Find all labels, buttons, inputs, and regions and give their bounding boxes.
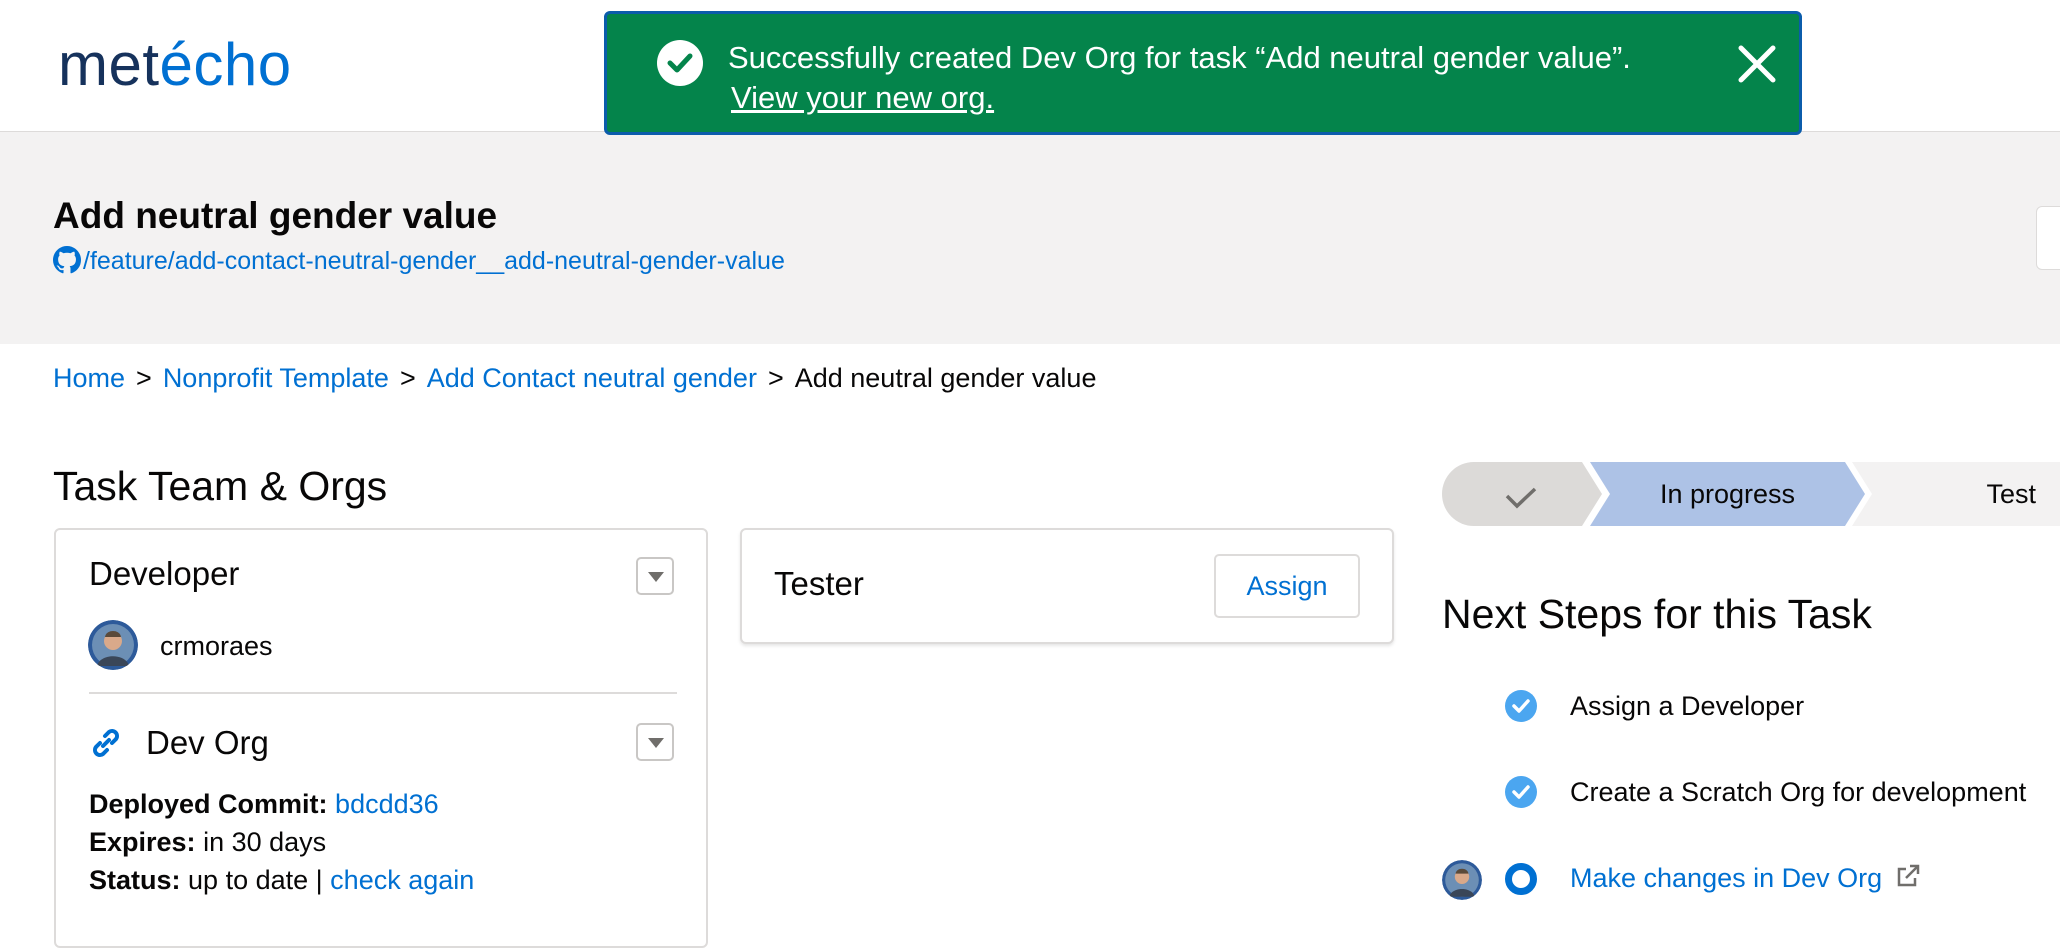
status-value: up to date |: [188, 865, 323, 895]
page-title: Add neutral gender value: [53, 195, 498, 236]
next-step-item: Assign a Developer: [1570, 691, 1805, 721]
path-step-next[interactable]: Test: [1852, 462, 2060, 526]
breadcrumb-home[interactable]: Home: [53, 363, 125, 393]
check-again-link[interactable]: check again: [330, 865, 474, 895]
expires-value: in 30 days: [203, 827, 327, 857]
success-toast: Successfully created Dev Org for task “A…: [604, 11, 1802, 135]
branch-name: /feature/add-contact-neutral-gender__add…: [83, 247, 785, 275]
breadcrumb: Home > Nonprofit Template > Add Contact neut…: [53, 360, 1096, 396]
active-step-icon: [1505, 863, 1537, 895]
next-step-item: Create a Scratch Org for development: [1570, 777, 2027, 807]
developer-username: crmoraes: [160, 631, 273, 661]
task-progress-path: In progress Test: [1442, 462, 2060, 526]
breadcrumb-epic[interactable]: Add Contact neutral gender: [427, 363, 757, 393]
path-step-current[interactable]: In progress: [1590, 462, 1865, 526]
make-changes-link[interactable]: Make changes in Dev Org: [1570, 860, 1922, 896]
developer-heading: Developer: [89, 555, 240, 592]
expires-label: Expires:: [89, 827, 196, 857]
avatar: [88, 620, 138, 670]
chevron-down-icon: [648, 738, 664, 748]
tester-card: Tester Assign: [740, 528, 1394, 644]
developer-card: Developer crmoraes Dev Org Deployed Comm…: [54, 528, 708, 948]
view-org-link[interactable]: View your new org.: [731, 78, 994, 118]
breadcrumb-separator: >: [136, 363, 152, 393]
completed-step-icon: [1505, 690, 1537, 722]
path-step-next-label: Test: [1986, 479, 2036, 509]
metecho-logo[interactable]: metécho: [58, 30, 292, 100]
expires-row: Expires: in 30 days: [89, 824, 326, 860]
checkmark-icon: [1505, 487, 1537, 509]
breadcrumb-separator: >: [399, 363, 416, 393]
tester-heading: Tester: [774, 565, 864, 602]
breadcrumb-current: Add neutral gender value: [794, 363, 1097, 393]
deployed-commit-row: Deployed Commit: bdcdd36: [89, 786, 439, 822]
toast-message: Successfully created Dev Org for task “A…: [728, 40, 1631, 75]
divider: [89, 692, 677, 694]
logo-text-blue: écho: [159, 31, 292, 98]
link-icon: [89, 726, 123, 765]
make-changes-label: Make changes in Dev Org: [1570, 863, 1883, 893]
logo-text-dark: met: [58, 31, 160, 98]
assign-tester-button[interactable]: Assign: [1214, 554, 1360, 618]
path-step-current-label: In progress: [1659, 479, 1796, 509]
close-icon[interactable]: [1735, 42, 1779, 86]
next-steps-title: Next Steps for this Task: [1442, 591, 1872, 637]
success-check-icon: [657, 40, 703, 86]
commit-link[interactable]: bdcdd36: [335, 789, 439, 819]
external-link-icon: [1897, 864, 1919, 887]
github-icon: [53, 246, 81, 274]
commit-label: Deployed Commit:: [89, 789, 328, 819]
breadcrumb-separator: >: [767, 363, 784, 393]
page-header: Add neutral gender value /feature/add-co…: [0, 132, 2060, 344]
dev-org-menu-button[interactable]: [636, 723, 674, 761]
status-row: Status: up to date | check again: [89, 862, 474, 898]
breadcrumb-project[interactable]: Nonprofit Template: [163, 363, 389, 393]
dev-org-heading: Dev Org: [146, 724, 269, 761]
section-title: Task Team & Orgs: [53, 463, 388, 509]
chevron-down-icon: [648, 572, 664, 582]
github-branch-link[interactable]: /feature/add-contact-neutral-gender__add…: [53, 243, 785, 279]
developer-menu-button[interactable]: [636, 557, 674, 595]
assignee-avatar: [1442, 860, 1482, 900]
path-step-complete[interactable]: [1442, 462, 1602, 526]
side-panel-toggle[interactable]: [2036, 206, 2060, 270]
status-label: Status:: [89, 865, 181, 895]
completed-step-icon: [1505, 776, 1537, 808]
